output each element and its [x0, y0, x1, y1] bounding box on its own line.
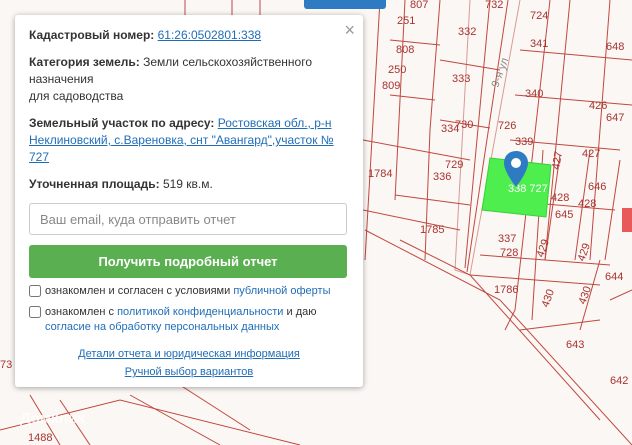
svg-text:426: 426 — [589, 100, 607, 112]
email-input[interactable] — [29, 203, 347, 235]
svg-text:809: 809 — [382, 80, 400, 92]
svg-text:430: 430 — [540, 288, 558, 309]
area-row: Уточненная площадь: 519 кв.м. — [29, 176, 349, 193]
report-details-link[interactable]: Детали отчета и юридическая информация — [78, 345, 300, 363]
svg-text:646: 646 — [588, 181, 606, 193]
svg-text:807: 807 — [410, 0, 428, 11]
svg-text:341: 341 — [530, 38, 548, 50]
footer-links: Детали отчета и юридическая информация Р… — [15, 345, 363, 381]
policy-prefix: ознакомлен с — [45, 306, 118, 318]
svg-text:729: 729 — [445, 159, 463, 171]
map-pin-icon — [504, 151, 528, 187]
svg-text:728: 728 — [500, 247, 518, 259]
offer-prefix: ознакомлен и согласен с условиями — [45, 285, 234, 297]
plot-info-popup: × Кадастровый номер: 61:26:0502801:338 К… — [15, 15, 363, 387]
svg-text:643: 643 — [566, 339, 584, 351]
offer-checkbox[interactable] — [29, 285, 41, 297]
svg-text:427: 427 — [582, 148, 600, 160]
address-label: Земельный участок по адресу: — [29, 116, 215, 130]
svg-text:428: 428 — [578, 198, 596, 210]
svg-text:808: 808 — [396, 44, 414, 56]
policy-middle: и даю — [283, 306, 317, 318]
svg-text:430: 430 — [577, 285, 595, 306]
svg-text:332: 332 — [458, 26, 476, 38]
svg-text:645: 645 — [555, 209, 573, 221]
svg-text:1784: 1784 — [368, 168, 392, 180]
svg-text:250: 250 — [388, 64, 406, 76]
get-report-button[interactable]: Получить подробный отчет — [29, 245, 347, 278]
policy-text: ознакомлен с политикой конфиденциальност… — [45, 305, 316, 335]
svg-text:336: 336 — [433, 171, 451, 183]
personal-data-consent-link[interactable]: согласие на обработку персональных данны… — [45, 321, 279, 333]
offer-consent-row: ознакомлен и согласен с условиями публич… — [29, 284, 349, 299]
svg-text:340: 340 — [525, 88, 543, 100]
policy-checkbox[interactable] — [29, 306, 41, 318]
svg-text:427: 427 — [550, 150, 565, 170]
svg-text:642: 642 — [610, 375, 628, 387]
svg-text:1785: 1785 — [420, 224, 444, 236]
cadastral-number-label: Кадастровый номер: — [29, 28, 155, 42]
privacy-policy-link[interactable]: политикой конфиденциальности — [117, 306, 283, 318]
svg-text:644: 644 — [605, 271, 623, 283]
svg-text:73: 73 — [0, 359, 12, 371]
cadastral-number-row: Кадастровый номер: 61:26:0502801:338 — [29, 27, 349, 44]
svg-text:647: 647 — [606, 112, 624, 124]
area-label: Уточненная площадь: — [29, 177, 160, 191]
address-row: Земельный участок по адресу: Ростовская … — [29, 115, 349, 166]
land-category-row: Категория земель: Земли сельскохозяйстве… — [29, 54, 349, 105]
area-value: 519 кв.м. — [162, 177, 213, 191]
svg-text:339: 339 — [515, 136, 533, 148]
policy-consent-row: ознакомлен с политикой конфиденциальност… — [29, 305, 349, 335]
svg-text:648: 648 — [606, 41, 624, 53]
domclick-watermark: Домклик — [20, 410, 85, 427]
svg-text:251: 251 — [397, 15, 415, 27]
svg-text:726: 726 — [498, 120, 516, 132]
svg-text:333: 333 — [452, 73, 470, 85]
land-category-label: Категория земель: — [29, 55, 140, 69]
cadastral-number-link[interactable]: 61:26:0502801:338 — [158, 28, 261, 42]
svg-text:428: 428 — [551, 192, 569, 204]
offer-text: ознакомлен и согласен с условиями публич… — [45, 284, 331, 299]
close-icon[interactable]: × — [344, 21, 355, 39]
svg-text:1786: 1786 — [494, 284, 518, 296]
svg-text:1488: 1488 — [28, 432, 52, 444]
svg-text:337: 337 — [498, 233, 516, 245]
top-blue-button[interactable] — [304, 0, 386, 9]
svg-text:724: 724 — [530, 10, 548, 22]
land-category-value-purpose: для садоводства — [29, 89, 124, 103]
svg-text:730: 730 — [455, 119, 473, 131]
public-offer-link[interactable]: публичной оферты — [233, 285, 330, 297]
svg-text:732: 732 — [485, 0, 503, 11]
manual-selection-link[interactable]: Ручной выбор вариантов — [125, 363, 253, 381]
svg-text:9-я ул: 9-я ул — [490, 56, 512, 89]
